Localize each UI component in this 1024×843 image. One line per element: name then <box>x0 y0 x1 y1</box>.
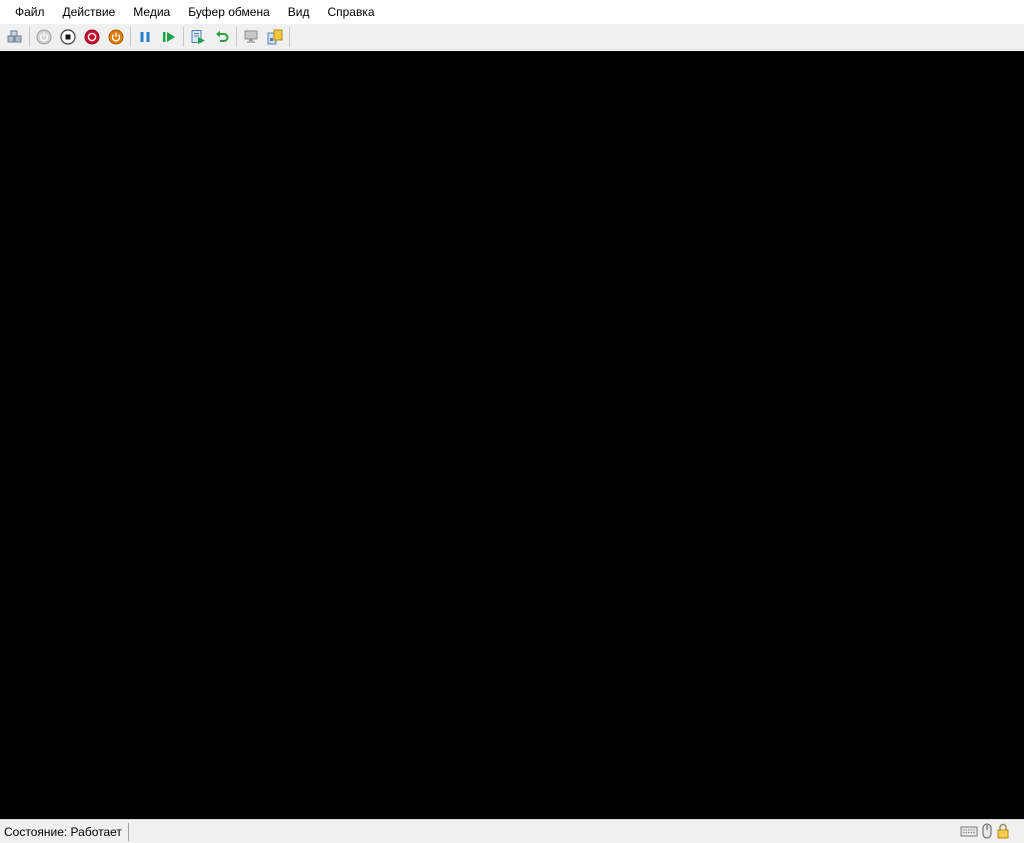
ctrl-alt-del-button[interactable] <box>3 25 27 49</box>
toolbar-separator <box>29 26 30 47</box>
toolbar <box>0 24 1024 50</box>
checkpoint-button[interactable] <box>186 25 210 49</box>
menu-help[interactable]: Справка <box>318 1 383 23</box>
mouse-icon <box>982 823 992 839</box>
turn-off-icon <box>60 28 76 45</box>
status-text: Состояние: Работает <box>4 824 122 839</box>
toolbar-separator <box>289 26 290 47</box>
status-icons <box>960 823 1010 839</box>
checkpoint-icon <box>191 29 205 44</box>
pause-button[interactable] <box>133 25 157 49</box>
pause-icon <box>140 31 150 42</box>
save-icon <box>108 29 124 44</box>
start-button[interactable] <box>32 25 56 49</box>
status-bar: Состояние: Работает <box>0 819 1024 843</box>
enhanced-session-icon <box>244 30 258 43</box>
resume-icon <box>163 31 175 42</box>
revert-icon <box>216 30 229 42</box>
toolbar-separator <box>130 26 131 47</box>
share-icon <box>267 29 283 44</box>
lock-icon <box>997 823 1009 839</box>
keyboard-icon <box>960 826 978 837</box>
turn-off-button[interactable] <box>56 25 80 49</box>
enhanced-session-button[interactable] <box>239 25 263 49</box>
menu-action[interactable]: Действие <box>54 1 125 23</box>
resume-button[interactable] <box>157 25 181 49</box>
start-icon <box>36 29 52 44</box>
share-button[interactable] <box>263 25 287 49</box>
menu-clipboard[interactable]: Буфер обмена <box>179 1 279 23</box>
ctrl-alt-del-icon <box>7 30 22 42</box>
toolbar-separator <box>183 26 184 47</box>
menu-bar: Файл Действие Медиа Буфер обмена Вид Спр… <box>0 0 1024 24</box>
revert-button[interactable] <box>210 25 234 49</box>
vm-screen[interactable] <box>0 51 1024 819</box>
status-separator <box>127 822 129 841</box>
menu-media[interactable]: Медиа <box>124 1 179 23</box>
shutdown-button[interactable] <box>80 25 104 49</box>
menu-file[interactable]: Файл <box>6 1 54 23</box>
shutdown-icon <box>84 29 100 44</box>
toolbar-separator <box>236 26 237 47</box>
menu-view[interactable]: Вид <box>279 1 319 23</box>
save-button[interactable] <box>104 25 128 49</box>
